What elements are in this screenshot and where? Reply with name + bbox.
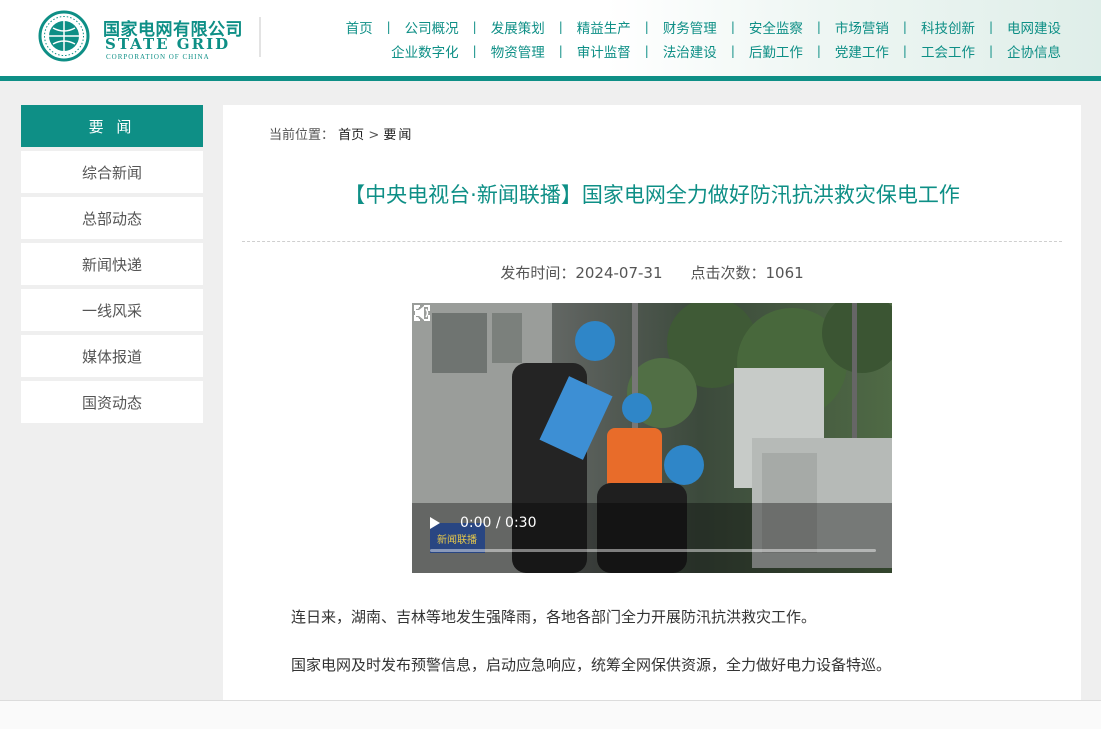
state-grid-logo[interactable]: 国家电网有限公司 STATE GRID CORPORATION OF CHINA (38, 10, 258, 66)
state-grid-emblem-icon (38, 10, 90, 62)
nav-separator: | (644, 20, 649, 34)
main-nav-row-1: 首页 | 公司概况 | 发展策划 | 精益生产 | 财务管理 | 安全监察 | … (346, 17, 1061, 37)
nav-separator: | (902, 20, 907, 34)
nav-separator: | (558, 44, 563, 58)
article-paragraph: 连日来，湖南、吉林等地发生强降雨，各地各部门全力开展防汛抗洪救灾工作。 (291, 608, 817, 626)
logo-english-name: STATE GRID (105, 35, 231, 53)
breadcrumb-home-link[interactable]: 首页 (338, 128, 364, 143)
nav-item-logistics[interactable]: 后勤工作 (749, 41, 803, 61)
sidebar-heading: 要 闻 (21, 105, 203, 147)
header-accent-bar (0, 76, 1101, 81)
video-progress-bar[interactable] (430, 549, 876, 552)
article-title: 【中央电视台·新闻联播】国家电网全力做好防汛抗洪救灾保电工作 (344, 183, 960, 207)
nav-item-association[interactable]: 企协信息 (1007, 41, 1061, 61)
nav-item-materials[interactable]: 物资管理 (491, 41, 545, 61)
main-nav-row-2: 企业数字化 | 物资管理 | 审计监督 | 法治建设 | 后勤工作 | 党建工作… (391, 41, 1061, 61)
nav-item-development-planning[interactable]: 发展策划 (491, 17, 545, 37)
nav-separator: | (988, 44, 993, 58)
article-paragraph: 国家电网及时发布预警信息，启动应急响应，统筹全网保供资源，全力做好电力设备特巡。 (291, 656, 892, 674)
video-watermark: 新闻联播 (437, 533, 477, 546)
breadcrumb-current: 要闻 (383, 128, 414, 143)
title-divider (242, 241, 1062, 242)
logo-divider (259, 17, 261, 57)
nav-separator: | (730, 44, 735, 58)
play-button[interactable] (430, 517, 440, 529)
article-meta: 发布时间：2024-07-31 点击次数：1061 (223, 262, 1081, 283)
nav-separator: | (472, 20, 477, 34)
breadcrumb: 当前位置： 首页 > 要闻 (269, 124, 413, 143)
sidebar-item-sasac-news[interactable]: 国资动态 (21, 381, 203, 423)
article-panel: 当前位置： 首页 > 要闻 【中央电视台·新闻联播】国家电网全力做好防汛抗洪救灾… (223, 105, 1081, 700)
nav-item-marketing[interactable]: 市场营销 (835, 17, 889, 37)
nav-item-grid-construction[interactable]: 电网建设 (1007, 17, 1061, 37)
nav-separator: | (558, 20, 563, 34)
nav-item-home[interactable]: 首页 (346, 17, 373, 37)
view-count: 点击次数：1061 (690, 264, 804, 282)
nav-separator: | (816, 44, 821, 58)
logo-subtitle: CORPORATION OF CHINA (106, 53, 210, 61)
breadcrumb-prefix: 当前位置： (269, 128, 335, 143)
site-header: 国家电网有限公司 STATE GRID CORPORATION OF CHINA… (0, 0, 1101, 76)
video-time: 0:00 / 0:30 (460, 515, 537, 531)
nav-separator: | (988, 20, 993, 34)
nav-item-audit[interactable]: 审计监督 (577, 41, 631, 61)
nav-item-innovation[interactable]: 科技创新 (921, 17, 975, 37)
breadcrumb-arrow: > (368, 128, 380, 143)
nav-item-legal[interactable]: 法治建设 (663, 41, 717, 61)
sidebar-item-hq-updates[interactable]: 总部动态 (21, 197, 203, 239)
nav-separator: | (472, 44, 477, 58)
nav-item-company-overview[interactable]: 公司概况 (405, 17, 459, 37)
nav-item-party-building[interactable]: 党建工作 (835, 41, 889, 61)
nav-separator: | (902, 44, 907, 58)
sidebar-item-frontline[interactable]: 一线风采 (21, 289, 203, 331)
nav-item-lean-production[interactable]: 精益生产 (577, 17, 631, 37)
sidebar-item-media-reports[interactable]: 媒体报道 (21, 335, 203, 377)
nav-item-union[interactable]: 工会工作 (921, 41, 975, 61)
page-bottom-bar (0, 700, 1101, 729)
video-player[interactable]: 新闻联播 0:00 / 0:30 (412, 303, 892, 573)
sidebar-item-general-news[interactable]: 综合新闻 (21, 151, 203, 193)
nav-separator: | (644, 44, 649, 58)
nav-separator: | (816, 20, 821, 34)
nav-item-digitalization[interactable]: 企业数字化 (391, 41, 459, 61)
sidebar-item-news-express[interactable]: 新闻快递 (21, 243, 203, 285)
nav-item-finance[interactable]: 财务管理 (663, 17, 717, 37)
nav-item-safety[interactable]: 安全监察 (749, 17, 803, 37)
publish-date: 发布时间：2024-07-31 (500, 264, 663, 282)
video-frame-image: 新闻联播 (412, 303, 892, 573)
sidebar: 要 闻 综合新闻 总部动态 新闻快递 一线风采 媒体报道 国资动态 (21, 105, 203, 423)
nav-separator: | (730, 20, 735, 34)
nav-separator: | (386, 20, 391, 34)
more-options-icon[interactable] (412, 303, 422, 323)
